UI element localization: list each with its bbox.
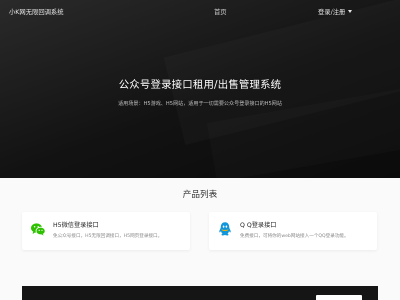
hero-subtitle: 适用场景：H5游戏、H5网站，适用于一切需要公众号登录接口的H5网站 <box>118 101 282 107</box>
hero-banner: 小K网无限回调系统 首页 登录/注册 公众号登录接口租用/出售管理系统 适用场景… <box>0 0 400 178</box>
footer-button[interactable] <box>316 295 362 300</box>
product-description: 免费接口，可将你的web网站接入一个QQ登录功能。 <box>240 234 349 239</box>
site-brand[interactable]: 小K网无限回调系统 <box>9 7 64 16</box>
product-description: 免公众号接口，H5无限回调接口，H5网页登录接口。 <box>53 234 163 239</box>
login-register-label: 登录/注册 <box>318 9 346 16</box>
wechat-icon <box>31 223 46 236</box>
qq-icon <box>219 222 231 236</box>
nav-home-link[interactable]: 首页 <box>214 7 227 16</box>
caret-down-icon <box>348 10 353 13</box>
top-navbar: 小K网无限回调系统 首页 登录/注册 <box>0 0 400 22</box>
login-register-dropdown[interactable]: 登录/注册 <box>318 7 353 16</box>
product-title: Q Q登录接口 <box>240 222 277 229</box>
product-card-wechat-login[interactable]: H5微信登录接口 免公众号接口，H5无限回调接口，H5网页登录接口。 <box>22 212 190 250</box>
product-card-qq-login[interactable]: Q Q登录接口 免费接口，可将你的web网站接入一个QQ登录功能。 <box>209 212 377 250</box>
product-title: H5微信登录接口 <box>53 222 99 229</box>
hero-title: 公众号登录接口租用/出售管理系统 <box>118 79 282 91</box>
section-title: 产品列表 <box>182 190 218 200</box>
